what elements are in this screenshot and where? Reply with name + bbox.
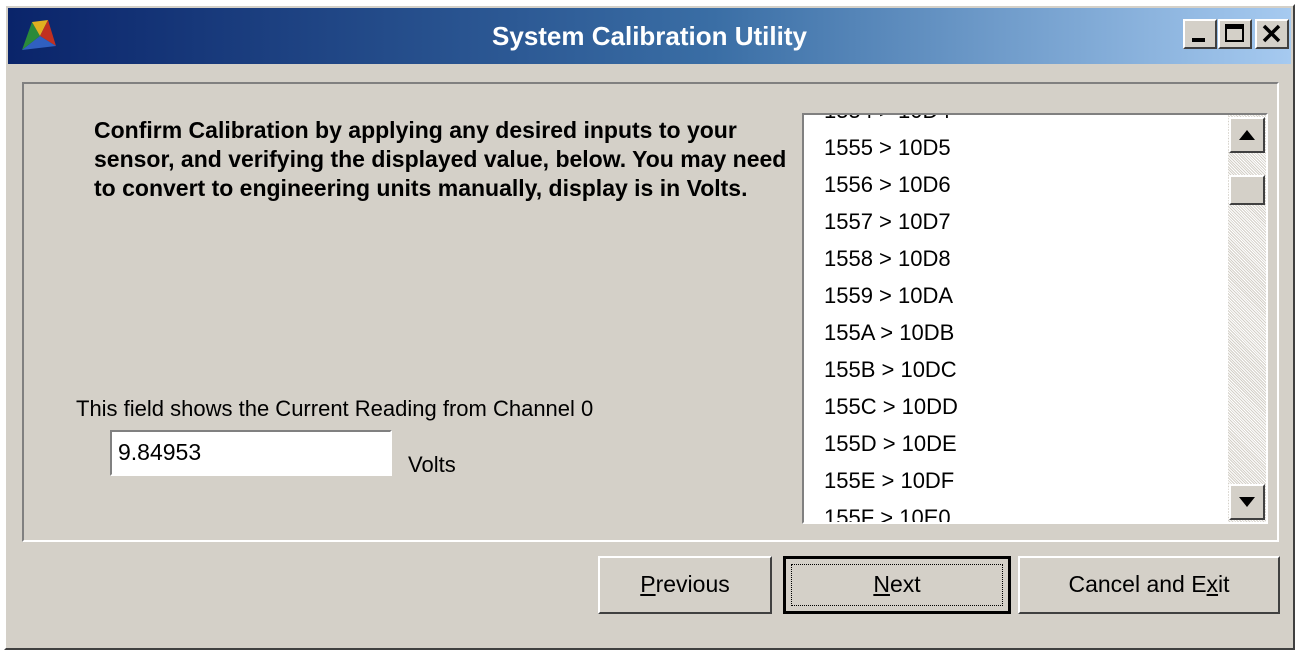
scroll-up-arrow-icon	[1239, 130, 1255, 140]
list-item[interactable]: 155A > 10DB	[824, 314, 958, 351]
window-title: System Calibration Utility	[492, 21, 807, 51]
list-item[interactable]: 155B > 10DC	[824, 351, 958, 388]
vertical-scrollbar[interactable]	[1228, 115, 1266, 522]
previous-button[interactable]: Previous	[598, 556, 772, 614]
next-button[interactable]: Next	[783, 556, 1011, 614]
list-item[interactable]: 1558 > 10D8	[824, 240, 958, 277]
maximize-icon	[1225, 24, 1244, 42]
scroll-down-button[interactable]	[1229, 484, 1265, 520]
list-item[interactable]: 1554 > 10D4	[824, 115, 958, 129]
list-items: 1554 > 10D4 1555 > 10D5 1556 > 10D6 1557…	[824, 115, 958, 522]
scrollbar-thumb[interactable]	[1229, 175, 1265, 205]
scroll-down-arrow-icon	[1239, 497, 1255, 507]
current-reading-field[interactable]: 9.84953	[110, 430, 392, 476]
cancel-and-exit-button[interactable]: Cancel and Exit	[1018, 556, 1280, 614]
maximize-button[interactable]	[1218, 19, 1252, 49]
calibration-listbox[interactable]: 1554 > 10D4 1555 > 10D5 1556 > 10D6 1557…	[802, 113, 1268, 524]
focus-rectangle	[791, 564, 1003, 606]
minimize-button[interactable]	[1183, 19, 1217, 49]
list-item[interactable]: 155D > 10DE	[824, 425, 958, 462]
list-item[interactable]: 1559 > 10DA	[824, 277, 958, 314]
instructions-text: Confirm Calibration by applying any desi…	[94, 117, 787, 201]
cancel-accelerator: x	[1206, 571, 1219, 597]
list-item[interactable]: 155E > 10DF	[824, 462, 958, 499]
close-icon	[1262, 24, 1281, 43]
list-item[interactable]: 155C > 10DD	[824, 388, 958, 425]
title-bar[interactable]: System Calibration Utility	[8, 8, 1291, 64]
cancel-label-post: it	[1218, 571, 1230, 597]
cancel-label-pre: Cancel and E	[1068, 571, 1207, 597]
previous-accelerator: P	[640, 571, 656, 597]
previous-label-post: revious	[655, 571, 730, 597]
list-item[interactable]: 1555 > 10D5	[824, 129, 958, 166]
list-item[interactable]: 155F > 10E0	[824, 499, 958, 522]
minimize-icon	[1192, 38, 1205, 42]
list-item[interactable]: 1556 > 10D6	[824, 166, 958, 203]
scroll-up-button[interactable]	[1229, 117, 1265, 153]
close-button[interactable]	[1255, 19, 1289, 49]
reading-label: This field shows the Current Reading fro…	[76, 396, 594, 421]
list-item[interactable]: 1557 > 10D7	[824, 203, 958, 240]
volts-unit-label: Volts	[408, 452, 456, 477]
